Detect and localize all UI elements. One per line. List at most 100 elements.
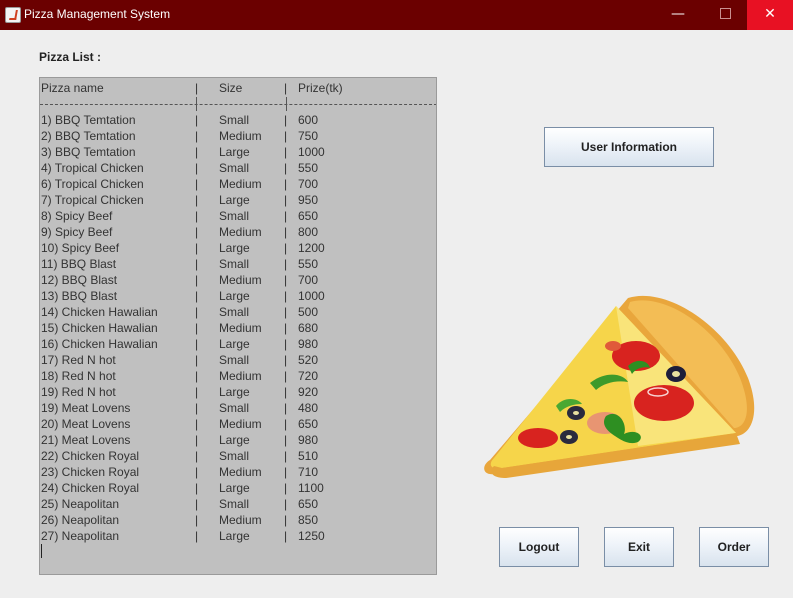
pizza-size: Medium [219, 273, 262, 287]
pizza-price: 710 [298, 465, 319, 479]
column-separator: | [195, 305, 199, 319]
pizza-price: 550 [298, 161, 319, 175]
pizza-slice-icon [484, 295, 755, 478]
pizza-price: 480 [298, 401, 319, 415]
pizza-size: Large [219, 385, 250, 399]
pizza-name: 14) Chicken Hawalian [41, 305, 158, 319]
pizza-price: 650 [298, 417, 319, 431]
text-caret [41, 544, 42, 558]
window-title: Pizza Management System [24, 7, 171, 21]
column-separator: | [195, 273, 199, 287]
pizza-list-label: Pizza List : [39, 50, 102, 64]
minimize-button[interactable]: — [655, 0, 701, 30]
order-button[interactable]: Order [699, 527, 769, 567]
column-separator: | [195, 241, 199, 255]
column-separator: | [195, 481, 199, 495]
column-separator: | [284, 401, 288, 415]
pizza-name: 23) Chicken Royal [41, 465, 140, 479]
column-separator: | [284, 129, 288, 143]
pizza-price: 700 [298, 273, 319, 287]
close-button[interactable]: ✕ [747, 0, 793, 30]
column-separator: | [195, 145, 199, 159]
pizza-size: Small [219, 161, 250, 175]
column-separator: | [284, 273, 288, 287]
pizza-size: Small [219, 257, 250, 271]
pizza-name: 20) Meat Lovens [41, 417, 131, 431]
pizza-name: 2) BBQ Temtation [41, 129, 136, 143]
pizza-size: Medium [219, 465, 262, 479]
pizza-size: Small [219, 353, 250, 367]
column-separator: | [195, 113, 199, 127]
column-separator: | [195, 177, 199, 191]
pizza-size: Medium [219, 177, 262, 191]
pizza-size: Large [219, 481, 250, 495]
pizza-size: Small [219, 305, 250, 319]
close-icon: ✕ [764, 6, 776, 22]
pizza-name: 9) Spicy Beef [41, 225, 113, 239]
pizza-name: 19) Meat Lovens [41, 401, 131, 415]
column-separator: | [284, 321, 288, 335]
pizza-size: Large [219, 193, 250, 207]
column-separator: | [284, 113, 288, 127]
pizza-name: 16) Chicken Hawalian [41, 337, 158, 351]
pizza-price: 680 [298, 321, 319, 335]
pizza-price: 750 [298, 129, 319, 143]
pizza-size: Medium [219, 321, 262, 335]
column-separator: | [284, 449, 288, 463]
pizza-name: 24) Chicken Royal [41, 481, 140, 495]
pizza-size: Large [219, 289, 250, 303]
pizza-price: 980 [298, 337, 319, 351]
pizza-size: Small [219, 113, 250, 127]
column-separator: | [284, 337, 288, 351]
pizza-size: Large [219, 145, 250, 159]
logout-button[interactable]: Logout [499, 527, 579, 567]
column-separator: | [284, 465, 288, 479]
java-cup-icon [5, 7, 21, 23]
header-divider-tick [196, 97, 197, 111]
column-separator: | [195, 417, 199, 431]
pizza-name: 12) BBQ Blast [41, 273, 118, 287]
pizza-name: 25) Neapolitan [41, 497, 120, 511]
pizza-name: 6) Tropical Chicken [41, 177, 144, 191]
pizza-price: 980 [298, 433, 319, 447]
user-information-button[interactable]: User Information [544, 127, 714, 167]
pizza-price: 700 [298, 177, 319, 191]
column-separator: | [195, 257, 199, 271]
column-separator: | [195, 321, 199, 335]
column-separator: | [195, 353, 199, 367]
column-separator: | [284, 433, 288, 447]
pizza-price: 600 [298, 113, 319, 127]
pizza-price: 650 [298, 209, 319, 223]
maximize-icon [719, 7, 731, 19]
column-separator: | [195, 193, 199, 207]
pizza-list-textarea[interactable]: Pizza name | Size | Prize(tk) 1) BBQ Tem… [39, 77, 437, 575]
pizza-price: 800 [298, 225, 319, 239]
column-separator: | [284, 417, 288, 431]
pizza-name: 22) Chicken Royal [41, 449, 140, 463]
pizza-size: Medium [219, 369, 262, 383]
column-separator: | [284, 257, 288, 271]
column-separator: | [284, 369, 288, 383]
pizza-price: 1250 [298, 529, 325, 543]
pizza-price: 1200 [298, 241, 325, 255]
pizza-price: 950 [298, 193, 319, 207]
pizza-name: 10) Spicy Beef [41, 241, 120, 255]
pizza-name: 19) Red N hot [41, 385, 116, 399]
pizza-name: 21) Meat Lovens [41, 433, 131, 447]
exit-button[interactable]: Exit [604, 527, 674, 567]
maximize-button[interactable] [702, 0, 748, 30]
column-separator: | [284, 513, 288, 527]
header-divider [40, 104, 436, 105]
pizza-size: Small [219, 209, 250, 223]
pizza-price: 1000 [298, 145, 325, 159]
pizza-price: 500 [298, 305, 319, 319]
column-separator: | [195, 449, 199, 463]
header-divider-tick [286, 97, 287, 111]
pizza-name: 13) BBQ Blast [41, 289, 118, 303]
pizza-price: 850 [298, 513, 319, 527]
column-separator: | [284, 145, 288, 159]
column-separator: | [195, 369, 199, 383]
title-bar: Pizza Management System — ✕ [0, 0, 793, 30]
pizza-price: 650 [298, 497, 319, 511]
minimize-icon: — [671, 6, 685, 22]
